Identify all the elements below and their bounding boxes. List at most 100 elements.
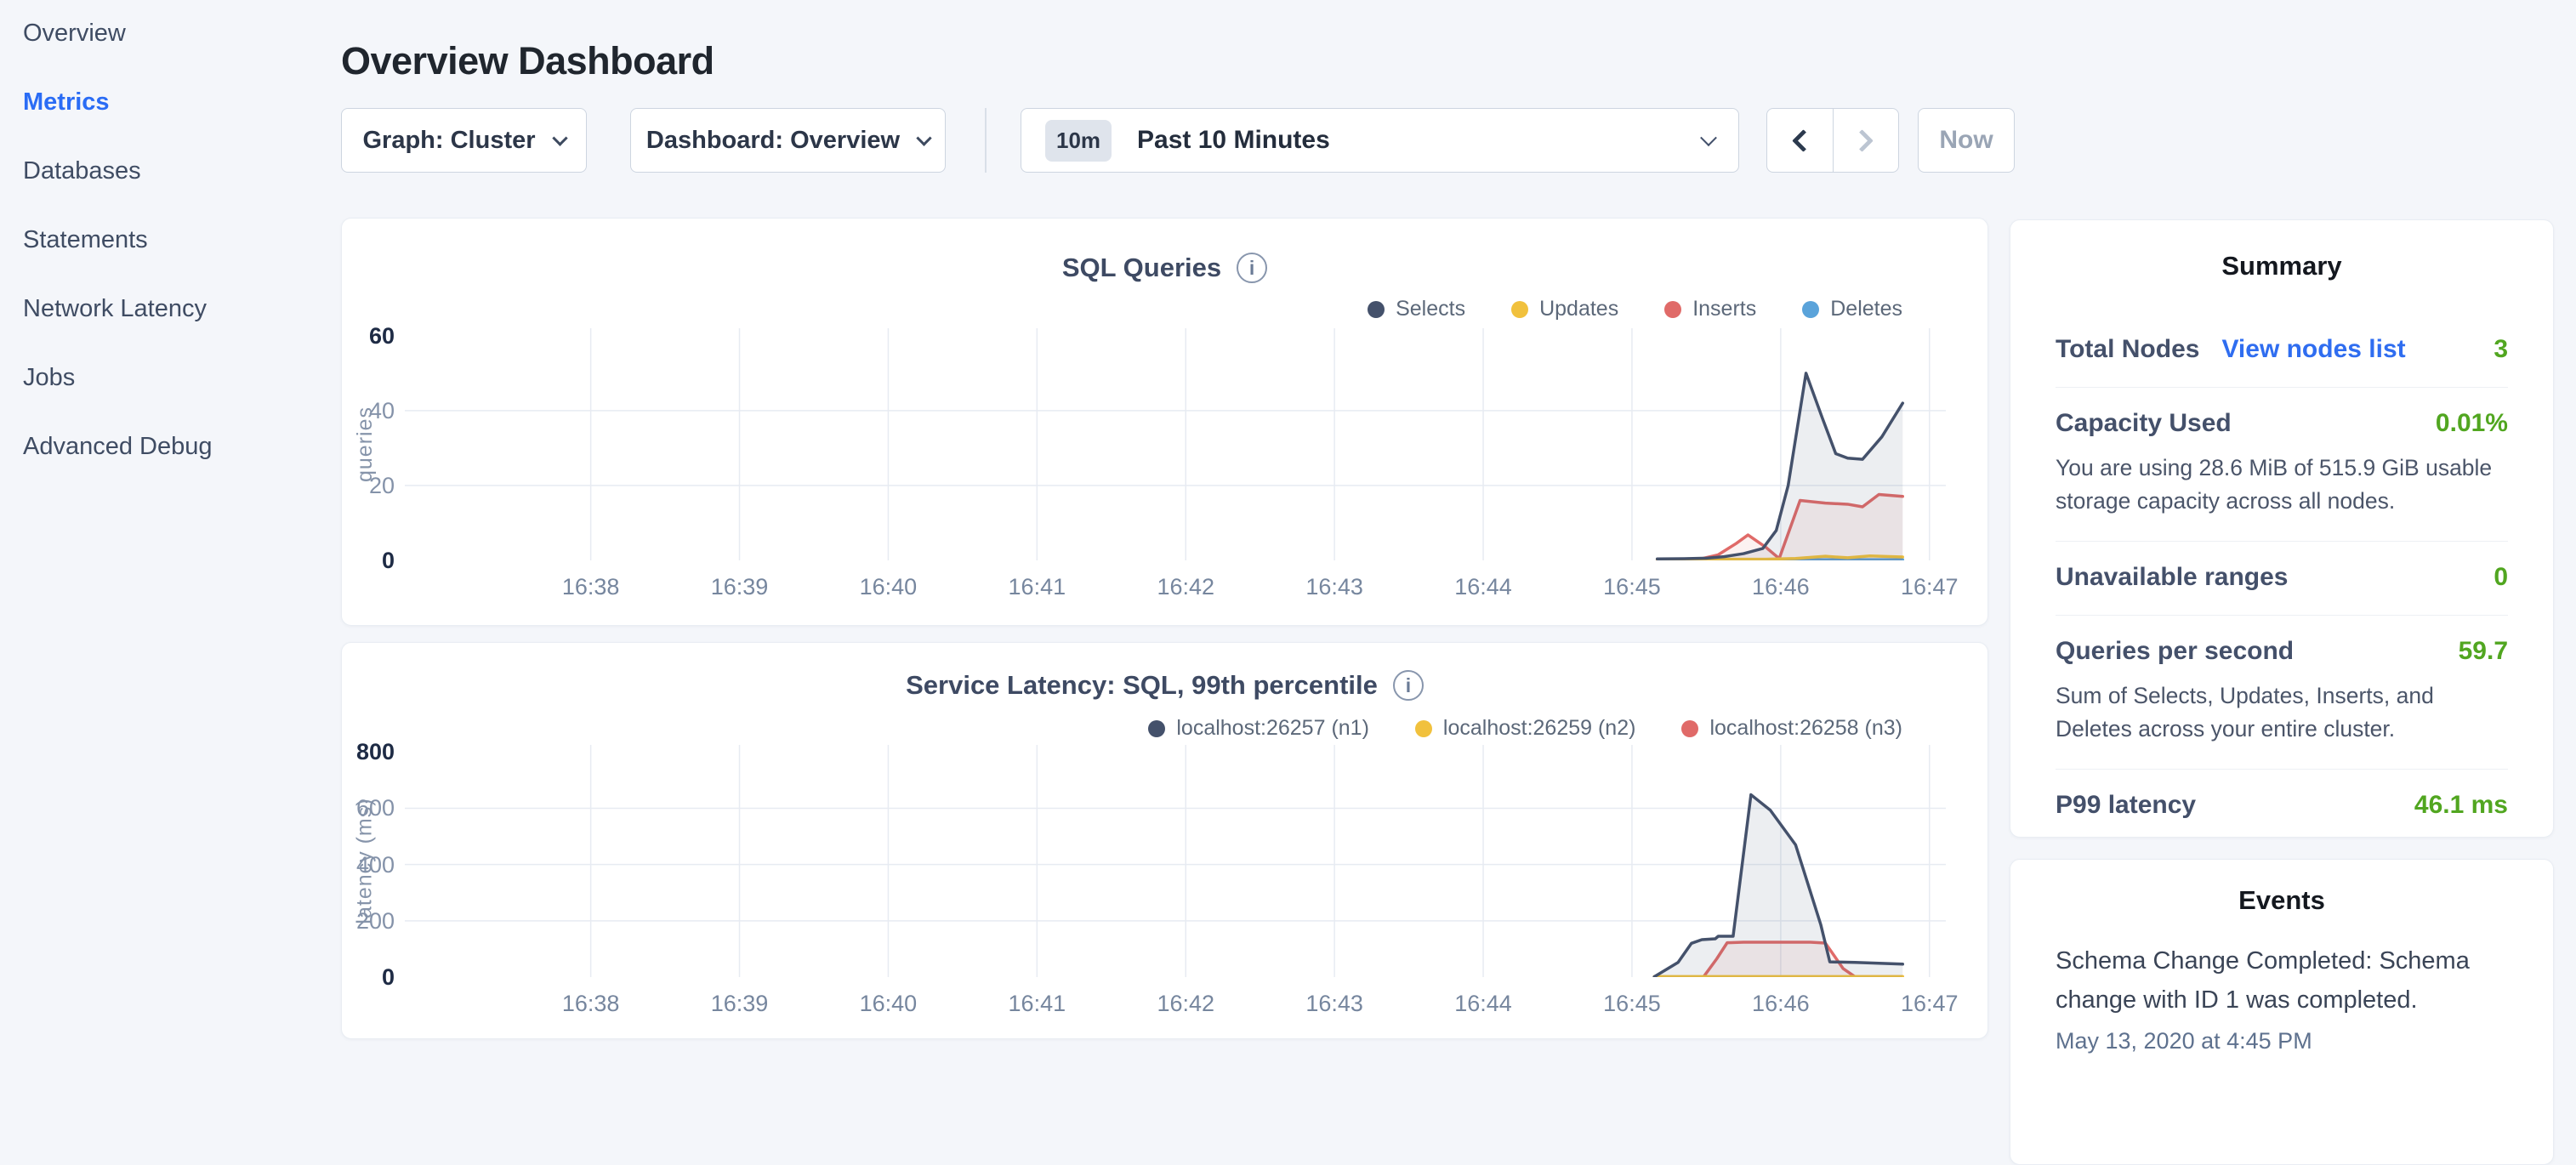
service-latency-chart-card: Service Latency: SQL, 99th percentile i … xyxy=(341,642,1988,1039)
summary-value: 0 xyxy=(2494,563,2508,592)
legend-dot-icon xyxy=(1681,720,1698,737)
events-panel: Events Schema Change Completed: Schema c… xyxy=(2010,859,2554,1165)
sidebar-item-jobs[interactable]: Jobs xyxy=(23,363,329,392)
x-tick-label: 16:42 xyxy=(1157,991,1214,1017)
legend-dot-icon xyxy=(1664,301,1681,318)
x-tick-label: 16:45 xyxy=(1603,991,1661,1017)
summary-description: You are using 28.6 MiB of 515.9 GiB usab… xyxy=(2056,452,2508,518)
x-tick-label: 16:45 xyxy=(1603,574,1661,600)
sidebar-item-advanced-debug[interactable]: Advanced Debug xyxy=(23,432,329,461)
chart-plot-area xyxy=(405,745,1946,977)
legend-item-inserts[interactable]: Inserts xyxy=(1664,297,1756,321)
summary-value: 0.01% xyxy=(2436,409,2508,438)
dashboard-dropdown[interactable]: Dashboard: Overview xyxy=(630,108,946,173)
summary-title: Summary xyxy=(2010,251,2553,281)
summary-value: 59.7 xyxy=(2459,637,2508,666)
x-tick-label: 16:40 xyxy=(860,991,918,1017)
y-tick-label: 800 xyxy=(342,738,395,765)
summary-value: 3 xyxy=(2494,335,2508,364)
x-tick-label: 16:42 xyxy=(1157,574,1214,600)
x-tick-label: 16:47 xyxy=(1901,574,1959,600)
time-range-dropdown[interactable]: 10m Past 10 Minutes xyxy=(1021,108,1739,173)
graph-scope-dropdown[interactable]: Graph: Cluster xyxy=(341,108,587,173)
x-tick-label: 16:38 xyxy=(562,991,620,1017)
x-tick-label: 16:41 xyxy=(1009,574,1066,600)
chart-svg xyxy=(405,745,1946,977)
legend-dot-icon xyxy=(1511,301,1528,318)
x-tick-label: 16:40 xyxy=(860,574,918,600)
summary-row: Total NodesView nodes list3 xyxy=(2056,314,2508,387)
x-tick-label: 16:39 xyxy=(711,574,769,600)
y-tick-label: 200 xyxy=(342,907,395,935)
y-tick-label: 60 xyxy=(342,322,395,350)
legend-label: Selects xyxy=(1396,297,1465,321)
toolbar-divider xyxy=(985,108,987,173)
legend-label: localhost:26257 (n1) xyxy=(1176,716,1369,741)
time-range-label: Past 10 Minutes xyxy=(1137,126,1703,155)
legend-item-updates[interactable]: Updates xyxy=(1511,297,1618,321)
legend-dot-icon xyxy=(1415,720,1432,737)
legend-item-localhost-26257-n1-[interactable]: localhost:26257 (n1) xyxy=(1148,716,1369,741)
time-range-badge: 10m xyxy=(1045,120,1112,162)
view-nodes-link[interactable]: View nodes list xyxy=(2221,335,2405,364)
events-title: Events xyxy=(2010,885,2553,916)
legend-item-localhost-26259-n2-[interactable]: localhost:26259 (n2) xyxy=(1415,716,1636,741)
summary-label: Unavailable ranges xyxy=(2056,563,2288,592)
chart-legend: Selects Updates Inserts Deletes xyxy=(1368,297,1902,321)
summary-label: P99 latency xyxy=(2056,791,2196,820)
x-tick-label: 16:38 xyxy=(562,574,620,600)
summary-label: Capacity Used xyxy=(2056,409,2232,438)
summary-row: Capacity Used 0.01% You are using 28.6 MiB… xyxy=(2056,388,2508,541)
graph-scope-dropdown-label: Graph: Cluster xyxy=(362,127,535,155)
y-tick-label: 20 xyxy=(342,472,395,499)
x-tick-label: 16:41 xyxy=(1009,991,1066,1017)
sidebar-item-statements[interactable]: Statements xyxy=(23,225,329,254)
summary-label: Queries per second xyxy=(2056,637,2294,666)
event-timestamp: May 13, 2020 at 4:45 PM xyxy=(2056,1028,2508,1054)
y-tick-label: 0 xyxy=(342,963,395,991)
x-tick-label: 16:43 xyxy=(1305,574,1363,600)
sidebar-item-metrics[interactable]: Metrics xyxy=(23,88,329,116)
info-icon[interactable]: i xyxy=(1237,253,1267,283)
dashboard-dropdown-label: Dashboard: Overview xyxy=(646,127,900,155)
chevron-down-icon xyxy=(552,130,567,145)
summary-row: P99 latency 46.1 ms xyxy=(2056,770,2508,843)
summary-description: Sum of Selects, Updates, Inserts, and De… xyxy=(2056,679,2508,746)
x-tick-label: 16:43 xyxy=(1305,991,1363,1017)
overview-dashboard-page: { "colors": { "accent_blue": "#2a6cf5", … xyxy=(0,0,2576,1051)
x-tick-label: 16:46 xyxy=(1752,991,1810,1017)
chart-title: SQL Queries xyxy=(1062,253,1221,283)
y-tick-label: 600 xyxy=(342,794,395,821)
summary-value: 46.1 ms xyxy=(2414,791,2508,820)
chart-svg xyxy=(405,328,1946,560)
now-button[interactable]: Now xyxy=(1918,108,2015,173)
events-list: Schema Change Completed: Schema change w… xyxy=(2056,941,2508,1054)
info-icon[interactable]: i xyxy=(1393,670,1424,701)
legend-dot-icon xyxy=(1148,720,1165,737)
chevron-down-icon xyxy=(916,130,931,145)
chart-plot-area xyxy=(405,328,1946,560)
page-title: Overview Dashboard xyxy=(341,39,714,83)
chevron-left-icon xyxy=(1792,129,1815,152)
step-back-button[interactable] xyxy=(1767,109,1833,172)
legend-item-localhost-26258-n3-[interactable]: localhost:26258 (n3) xyxy=(1681,716,1902,741)
legend-item-selects[interactable]: Selects xyxy=(1368,297,1465,321)
legend-item-deletes[interactable]: Deletes xyxy=(1802,297,1902,321)
legend-label: Inserts xyxy=(1692,297,1756,321)
event-text: Schema Change Completed: Schema change w… xyxy=(2056,941,2508,1020)
summary-row: Queries per second 59.7 Sum of Selects, Up… xyxy=(2056,616,2508,769)
sidebar-item-network-latency[interactable]: Network Latency xyxy=(23,294,329,323)
y-tick-label: 400 xyxy=(342,851,395,878)
sidebar-item-databases[interactable]: Databases xyxy=(23,156,329,185)
chart-legend: localhost:26257 (n1) localhost:26259 (n2)… xyxy=(1148,716,1902,741)
legend-dot-icon xyxy=(1802,301,1819,318)
x-tick-label: 16:46 xyxy=(1752,574,1810,600)
y-tick-label: 40 xyxy=(342,397,395,424)
sidebar-item-overview[interactable]: Overview xyxy=(23,19,329,48)
x-tick-label: 16:39 xyxy=(711,991,769,1017)
step-forward-button[interactable] xyxy=(1833,109,1899,172)
sql-queries-chart-card: SQL Queries i Selects Updates Inserts Delet… xyxy=(341,218,1988,626)
legend-label: localhost:26258 (n3) xyxy=(1709,716,1902,741)
chevron-right-icon xyxy=(1851,129,1874,152)
x-tick-label: 16:47 xyxy=(1901,991,1959,1017)
